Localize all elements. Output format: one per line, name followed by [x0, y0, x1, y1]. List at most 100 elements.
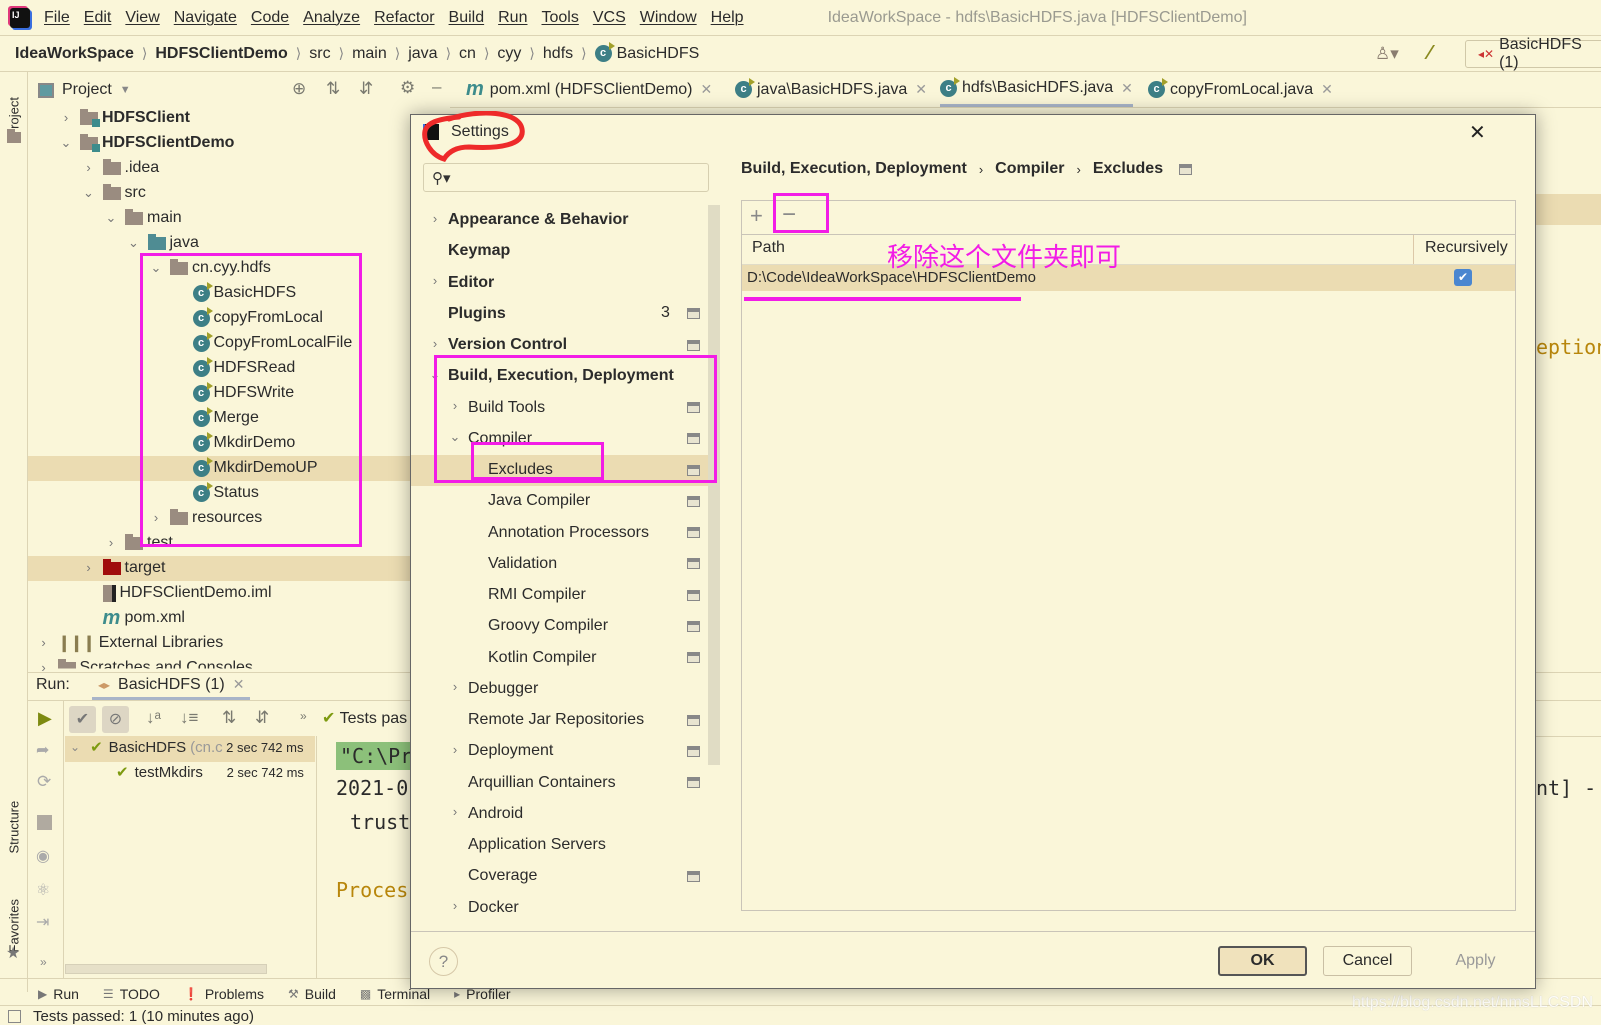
sort-alpha-icon[interactable]: ↓ᵃ	[146, 708, 161, 728]
tool-window-problems[interactable]: ❗ Problems	[184, 986, 264, 1002]
close-icon[interactable]: ✕	[915, 81, 927, 98]
expand-all-icon[interactable]: ⇅	[326, 79, 340, 99]
settings-tree-item[interactable]: Application Servers	[468, 833, 606, 858]
breadcrumb-item[interactable]: cyy	[497, 45, 521, 63]
chevron-right-icon[interactable]: ›	[449, 898, 461, 913]
test-suite-row[interactable]: ⌄ ✔ BasicHDFS (cn.c 2 sec 742 ms	[70, 738, 303, 757]
menu-navigate[interactable]: Navigate	[174, 9, 237, 27]
chevron-right-icon[interactable]: ›	[449, 679, 461, 694]
tree-item[interactable]: ❙❙❙ External Libraries	[58, 631, 224, 656]
help-button[interactable]: ?	[429, 947, 458, 976]
menu-analyze[interactable]: Analyze	[303, 9, 360, 27]
editor-tab[interactable]: c copyFromLocal.java ✕	[1148, 72, 1333, 107]
user-icon[interactable]: ♙▾	[1375, 44, 1399, 64]
toggle-auto-test-icon[interactable]: ⟳	[37, 772, 51, 792]
chevron-right-icon[interactable]: ›	[429, 336, 441, 351]
tree-item[interactable]: src	[102, 181, 146, 206]
close-icon[interactable]: ✕	[701, 81, 713, 98]
breadcrumb-item[interactable]: src	[309, 45, 330, 63]
menu-vcs[interactable]: VCS	[593, 9, 626, 27]
tree-item[interactable]: HDFSClientDemo	[80, 131, 234, 156]
editor-tab[interactable]: m pom.xml (HDFSClientDemo) ✕	[466, 72, 712, 107]
settings-tree-item[interactable]: Groovy Compiler	[488, 614, 608, 639]
settings-tree-item[interactable]: Editor	[448, 270, 494, 295]
horizontal-scrollbar[interactable]	[65, 964, 267, 974]
debug-icon[interactable]: ⚛	[36, 880, 50, 900]
expand-all-icon[interactable]: ⇅	[222, 708, 236, 728]
collapse-all-icon[interactable]: ⇵	[359, 79, 373, 99]
settings-tree-item[interactable]: Validation	[488, 551, 557, 576]
tree-item[interactable]: HDFSClient	[80, 106, 190, 131]
settings-tree-item[interactable]: Remote Jar Repositories	[468, 708, 644, 733]
breadcrumb-item[interactable]: cn	[459, 45, 476, 63]
settings-tree-scrollbar[interactable]	[708, 205, 720, 765]
chevron-right-icon[interactable]: ›	[83, 560, 95, 575]
close-icon[interactable]: ✕	[1121, 80, 1133, 97]
settings-tree-item[interactable]: Debugger	[468, 676, 538, 701]
menu-run[interactable]: Run	[498, 9, 527, 27]
add-icon[interactable]: +	[750, 203, 763, 229]
test-row[interactable]: ✔ testMkdirs 2 sec 742 ms	[116, 763, 304, 782]
editor-tab[interactable]: c java\BasicHDFS.java ✕	[735, 72, 927, 107]
tool-window-run[interactable]: ▶ Run	[38, 986, 79, 1002]
tree-item[interactable]: m pom.xml	[103, 606, 185, 631]
menu-build[interactable]: Build	[449, 9, 485, 27]
settings-tree-item[interactable]: Android	[468, 801, 523, 826]
menu-code[interactable]: Code	[251, 9, 289, 27]
favorites-tool-button[interactable]: Favorites ★	[2, 885, 26, 965]
chevron-right-icon[interactable]: ›	[105, 535, 117, 550]
camera-icon[interactable]: ◉	[36, 846, 50, 866]
settings-search-input[interactable]: ⚲▾	[423, 163, 709, 192]
show-ignored-toggle[interactable]: ⊘	[102, 706, 129, 733]
settings-tree-item[interactable]: Deployment	[468, 739, 553, 764]
status-toggle-icon[interactable]	[8, 1010, 21, 1023]
rerun-icon[interactable]: ▶	[38, 708, 52, 729]
settings-tree-item[interactable]: Kotlin Compiler	[488, 645, 596, 670]
locate-icon[interactable]: ⊕	[292, 79, 306, 99]
show-passed-toggle[interactable]: ✔	[69, 706, 96, 733]
chevron-right-icon[interactable]: ›	[429, 273, 441, 288]
chevron-right-icon[interactable]: ›	[449, 804, 461, 819]
chevron-down-icon[interactable]: ⌄	[60, 135, 72, 151]
close-icon[interactable]: ✕	[1469, 120, 1486, 145]
chevron-right-icon[interactable]: ›	[449, 742, 461, 757]
build-hammer-icon[interactable]: ⁄	[1428, 42, 1431, 65]
tree-item[interactable]: java	[147, 231, 199, 256]
breadcrumb-item[interactable]: IdeaWorkSpace	[15, 45, 134, 63]
breadcrumb-item[interactable]: HDFSClientDemo	[155, 45, 287, 63]
recursively-checkbox[interactable]: ✔	[1454, 269, 1472, 286]
menu-view[interactable]: View	[125, 9, 159, 27]
cancel-button[interactable]: Cancel	[1323, 946, 1412, 976]
tool-window-build[interactable]: ⚒ Build	[288, 986, 336, 1002]
chevron-right-icon[interactable]: ›	[83, 160, 95, 175]
tree-item[interactable]: main	[125, 206, 182, 231]
settings-tree-item[interactable]: Docker	[468, 895, 519, 920]
menu-refactor[interactable]: Refactor	[374, 9, 434, 27]
sort-duration-icon[interactable]: ↓≡	[180, 708, 198, 728]
chevron-right-icon[interactable]: ›	[38, 635, 50, 650]
column-header-recursively[interactable]: Recursively	[1425, 239, 1508, 257]
project-view-selector[interactable]: Project ▼	[38, 78, 131, 102]
settings-tree-item[interactable]: Java Compiler	[488, 489, 590, 514]
tree-item[interactable]: HDFSClientDemo.iml	[102, 581, 272, 606]
run-tab[interactable]: ◂▸ BasicHDFS (1) ✕	[92, 672, 251, 700]
settings-tree-item[interactable]: Arquillian Containers	[468, 770, 616, 795]
tool-window-todo[interactable]: ☰ TODO	[103, 986, 160, 1002]
settings-tree-item[interactable]: Appearance & Behavior	[448, 208, 629, 233]
settings-tree-item[interactable]: Annotation Processors	[488, 520, 649, 545]
close-icon[interactable]: ✕	[233, 676, 245, 693]
tree-item[interactable]: .idea	[102, 156, 159, 181]
chevron-right-icon[interactable]: ›	[429, 211, 441, 226]
tree-item[interactable]: target	[102, 556, 165, 581]
rerun-failed-icon[interactable]: ➦	[36, 740, 49, 760]
import-icon[interactable]: ⇥	[36, 912, 49, 932]
chevron-down-icon[interactable]: ⌄	[83, 185, 95, 201]
gear-icon[interactable]: ⚙	[400, 78, 415, 98]
run-config-selector[interactable]: ◂✕ BasicHDFS (1)	[1465, 36, 1601, 71]
settings-tree-item[interactable]: Keymap	[448, 239, 510, 264]
menu-help[interactable]: Help	[711, 9, 744, 27]
apply-button[interactable]: Apply	[1431, 946, 1520, 976]
more-icon[interactable]: »	[40, 955, 47, 969]
editor-tab[interactable]: c hdfs\BasicHDFS.java ✕	[940, 72, 1133, 107]
menu-tools[interactable]: Tools	[541, 9, 578, 27]
